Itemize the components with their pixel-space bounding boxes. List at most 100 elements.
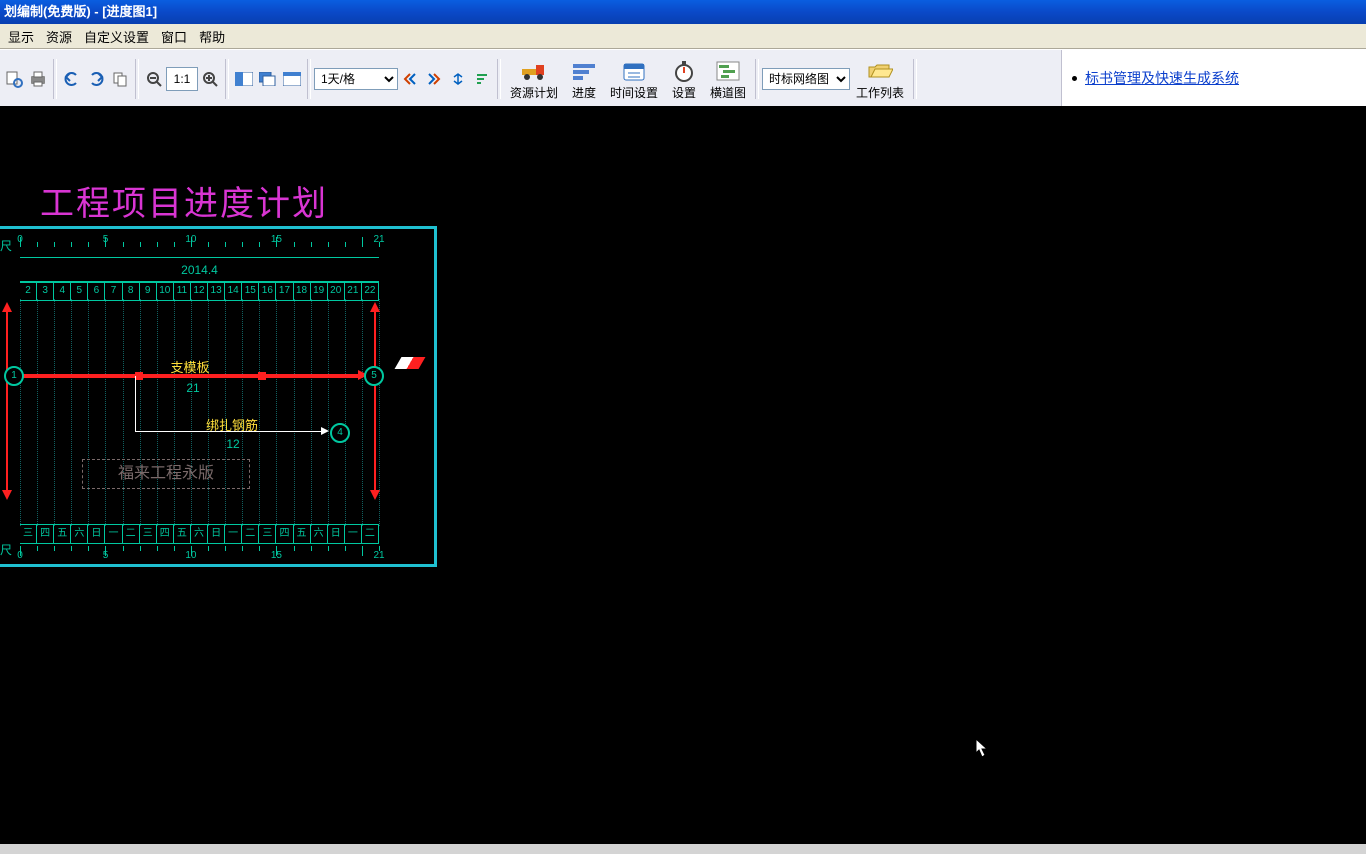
task-bar-marker <box>258 372 266 380</box>
day-cell: 19 <box>311 282 328 300</box>
sort-icon[interactable] <box>470 65 494 93</box>
ruler-label-top: 尺 <box>0 237 12 254</box>
drawing-canvas[interactable]: 工程项目进度计划 尺 05101521 2014.4 2345678910111… <box>0 106 1366 854</box>
network-node-5[interactable]: 5 <box>364 366 384 386</box>
task-bar-marker <box>135 372 143 380</box>
day-cell: 22 <box>362 282 379 300</box>
bottom-ruler: 05101521 <box>20 546 379 560</box>
settings-label: 设置 <box>672 84 696 101</box>
day-cell: 14 <box>225 282 242 300</box>
network-node-4[interactable]: 4 <box>330 423 350 443</box>
menu-bar: 显示 资源 自定义设置 窗口 帮助 <box>0 24 1366 49</box>
progress-icon <box>570 58 598 84</box>
stopwatch-icon <box>670 58 698 84</box>
day-cell: 15 <box>242 282 259 300</box>
month-label: 2014.4 <box>181 263 218 277</box>
watermark-text: 福来工程永版 <box>118 465 214 482</box>
link-panel: 标书管理及快速生成系统 <box>1061 50 1366 106</box>
print-preview-button[interactable] <box>2 65 26 93</box>
time-unit-combo[interactable]: 1天/格 <box>314 68 398 90</box>
schedule-chart[interactable]: 尺 05101521 2014.4 2345678910111213141516… <box>0 226 437 567</box>
zoom-out-button[interactable] <box>142 65 166 93</box>
undo-button[interactable] <box>60 65 84 93</box>
gantt-icon <box>714 58 742 84</box>
menu-window[interactable]: 窗口 <box>155 25 193 48</box>
weekday-cell: 二 <box>362 525 379 543</box>
progress-label: 进度 <box>572 84 596 101</box>
day-cell: 4 <box>54 282 71 300</box>
zoom-in-button[interactable] <box>198 65 222 93</box>
gantt-button[interactable]: 横道图 <box>704 56 752 103</box>
weekday-cell: 五 <box>174 525 191 543</box>
folder-open-icon <box>866 58 894 84</box>
day-cell: 8 <box>123 282 140 300</box>
zoom-level-box[interactable]: 1:1 <box>166 67 198 91</box>
shrink-left-icon[interactable] <box>398 65 422 93</box>
day-cell: 7 <box>105 282 122 300</box>
menu-help[interactable]: 帮助 <box>193 25 231 48</box>
task-label-1: 支模板 <box>160 357 220 376</box>
weekday-cell: 六 <box>191 525 208 543</box>
truck-icon <box>520 58 548 84</box>
top-ruler: 05101521 <box>20 233 379 247</box>
progress-button[interactable]: 进度 <box>564 56 604 103</box>
weekday-cell: 一 <box>225 525 242 543</box>
settings-button[interactable]: 设置 <box>664 56 704 103</box>
bid-management-link[interactable]: 标书管理及快速生成系统 <box>1085 68 1239 88</box>
menu-display[interactable]: 显示 <box>2 25 40 48</box>
time-settings-label: 时间设置 <box>610 84 658 101</box>
weekday-cell: 二 <box>123 525 140 543</box>
weekday-cell: 日 <box>208 525 225 543</box>
ruler-label-bottom: 尺 <box>0 541 12 558</box>
arrow-right-white-icon <box>321 427 329 435</box>
task-duration-2: 12 <box>218 437 248 451</box>
day-cell: 2 <box>20 282 37 300</box>
day-cell: 10 <box>157 282 174 300</box>
plan-title: 工程项目进度计划 <box>40 176 328 225</box>
weekday-cell: 五 <box>54 525 71 543</box>
menu-resource[interactable]: 资源 <box>40 25 78 48</box>
end-flag-icon <box>395 357 426 369</box>
task-duration-1: 21 <box>178 381 208 395</box>
day-cell: 9 <box>140 282 157 300</box>
day-cell: 20 <box>328 282 345 300</box>
weekday-cell: 四 <box>157 525 174 543</box>
weekday-cell: 二 <box>242 525 259 543</box>
resource-plan-label: 资源计划 <box>510 84 558 101</box>
weekday-cell: 一 <box>345 525 362 543</box>
day-cell: 3 <box>37 282 54 300</box>
weekday-cell: 三 <box>259 525 276 543</box>
align-icon[interactable] <box>446 65 470 93</box>
layout-split-button[interactable] <box>232 65 256 93</box>
expand-right-icon[interactable] <box>422 65 446 93</box>
print-button[interactable] <box>26 65 50 93</box>
layout-cascade-button[interactable] <box>256 65 280 93</box>
task-label-2: 绑扎钢筋 <box>192 415 272 434</box>
weekday-cell: 五 <box>294 525 311 543</box>
day-cell: 6 <box>88 282 105 300</box>
weekday-row: 三四五六日一二三四五六日一二三四五六日一二 <box>20 524 379 544</box>
weekday-cell: 日 <box>328 525 345 543</box>
gantt-label: 横道图 <box>710 84 746 101</box>
day-cell: 17 <box>276 282 293 300</box>
weekday-cell: 一 <box>105 525 122 543</box>
day-cell: 13 <box>208 282 225 300</box>
day-cell: 11 <box>174 282 191 300</box>
window-title-text: 划编制(免费版) - [进度图1] <box>4 4 157 19</box>
view-type-combo[interactable]: 时标网络图 <box>762 68 850 90</box>
menu-custom-settings[interactable]: 自定义设置 <box>78 25 155 48</box>
network-node-1[interactable]: 1 <box>4 366 24 386</box>
copy-button[interactable] <box>108 65 132 93</box>
layout-single-button[interactable] <box>280 65 304 93</box>
window-title-bar: 划编制(免费版) - [进度图1] <box>0 0 1366 24</box>
day-cell: 16 <box>259 282 276 300</box>
work-list-button[interactable]: 工作列表 <box>850 56 910 103</box>
resource-plan-button[interactable]: 资源计划 <box>504 56 564 103</box>
redo-button[interactable] <box>84 65 108 93</box>
task-link-vertical <box>135 376 136 431</box>
work-list-label: 工作列表 <box>856 84 904 101</box>
chart-grid <box>20 299 379 526</box>
watermark-box: 福来工程永版 <box>82 459 250 489</box>
time-settings-button[interactable]: 时间设置 <box>604 56 664 103</box>
main-toolbar: 1:1 1天/格 资源计划 进度 <box>0 49 1366 109</box>
